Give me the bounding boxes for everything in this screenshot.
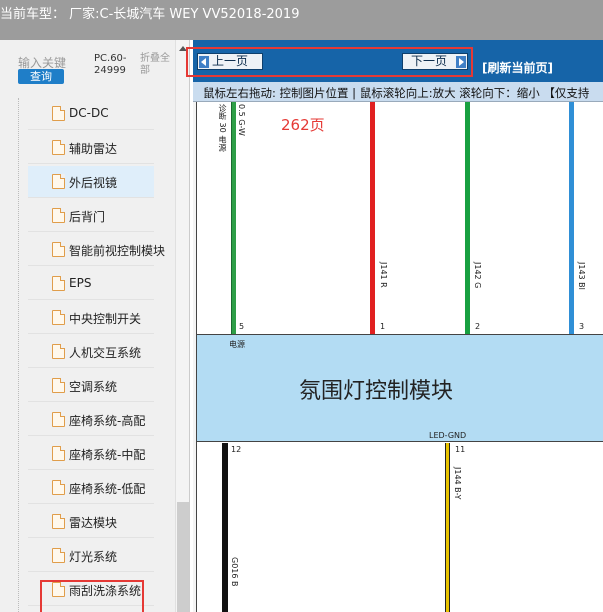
search-area: 输入关键 查询 PC.60-24999 折叠全部 — [0, 40, 189, 95]
window-title: 当前车型： 厂家:C-长城汽车 WEY VV52018-2019 — [0, 7, 300, 22]
file-icon — [52, 310, 65, 325]
tree-item[interactable]: 座椅系统-低配 — [28, 472, 154, 504]
wire-label: G016 B — [230, 557, 239, 587]
file-icon — [52, 514, 65, 529]
file-icon — [52, 378, 65, 393]
page-number: 262页 — [281, 116, 325, 134]
tree-item-label: 座椅系统-高配 — [69, 414, 146, 428]
file-icon — [52, 446, 65, 461]
tree-item[interactable]: 智能前视控制模块 — [28, 234, 165, 266]
gnd-label: LED-GND — [429, 431, 467, 440]
tree-item-label: 雷达模块 — [69, 516, 118, 530]
pin-number: 3 — [579, 322, 585, 331]
tree-item[interactable]: 辅助雷达 — [28, 132, 154, 164]
file-icon — [52, 344, 65, 359]
wire — [370, 102, 375, 334]
tree-item-label: 后背门 — [69, 210, 106, 224]
tree-item-label: 座椅系统-低配 — [69, 482, 146, 496]
usage-hint: 鼠标左右拖动: 控制图片位置 | 鼠标滚轮向上:放大 滚轮向下：缩小 【仅支持 — [203, 86, 590, 100]
tree-item[interactable]: 座椅系统-中配 — [28, 438, 154, 470]
tree-item-label: EPS — [69, 276, 92, 290]
tree-item[interactable]: EPS — [28, 268, 154, 300]
wire-label: J143 Bl — [577, 262, 586, 290]
tree-item-label: 辅助雷达 — [69, 142, 118, 156]
wire — [569, 102, 574, 334]
tree-item[interactable]: 外后视镜 — [28, 166, 154, 198]
file-icon — [52, 412, 65, 427]
tree-item-label: 空调系统 — [69, 380, 118, 394]
collapse-all-button[interactable]: 折叠全部 — [140, 53, 170, 77]
file-icon — [52, 242, 65, 257]
file-icon — [52, 106, 65, 121]
pin-number: 1 — [380, 322, 386, 331]
file-icon — [52, 548, 65, 563]
tree-item-label: 中央控制开关 — [69, 312, 142, 326]
tree-item[interactable]: 后背门 — [28, 200, 154, 232]
wire — [222, 443, 228, 612]
module-title: 氛围灯控制模块 — [299, 379, 454, 404]
scroll-thumb[interactable] — [177, 502, 189, 612]
tree-item-label: 外后视镜 — [69, 176, 118, 190]
ambient-light-module: 电源 氛围灯控制模块 LED-GND — [197, 334, 603, 442]
file-icon — [52, 174, 65, 189]
file-icon — [52, 140, 65, 155]
tree-item-label: DC-DC — [69, 106, 109, 120]
sidebar-scrollbar[interactable] — [175, 40, 189, 612]
pin-number: 5 — [239, 322, 245, 331]
wire — [231, 102, 236, 334]
wire-label: 0.5 G-W — [237, 104, 246, 136]
tree-item-label: 灯光系统 — [69, 550, 118, 564]
tree-item-label: 人机交互系统 — [69, 346, 142, 360]
usage-hint-bar: 鼠标左右拖动: 控制图片位置 | 鼠标滚轮向上:放大 滚轮向下：缩小 【仅支持 — [193, 82, 603, 102]
query-button[interactable]: 查询 — [18, 69, 64, 84]
title-bar: 当前车型： 厂家:C-长城汽车 WEY VV52018-2019 — [0, 0, 603, 40]
tree-item[interactable]: DC-DC — [28, 98, 154, 130]
tree-item[interactable]: 中央控制开关 — [28, 302, 154, 334]
pc-code-label: PC.60-24999 — [94, 53, 127, 76]
tree-item[interactable]: 座椅系统-高配 — [28, 404, 154, 436]
page-nav-bar: 上一页 下一页 [刷新当前页] — [186, 40, 603, 82]
wire-note: 诊断 30 电源 — [218, 104, 227, 152]
wire-label: J141 R — [379, 262, 388, 288]
highlight-box — [186, 47, 473, 77]
tree-item[interactable]: 空调系统 — [28, 370, 154, 402]
tree-item-label: 智能前视控制模块 — [69, 244, 166, 258]
tree-guide-line — [18, 98, 19, 612]
pin-number: 12 — [231, 445, 242, 454]
pin-number: 11 — [455, 445, 466, 454]
refresh-page-link[interactable]: [刷新当前页] — [482, 59, 553, 76]
wire — [465, 102, 470, 334]
highlight-box — [40, 580, 144, 612]
file-icon — [52, 208, 65, 223]
wiring-diagram[interactable]: 262页 0.5 G-W 诊断 30 电源 5 J141 R 1 J142 G … — [196, 102, 603, 612]
sidebar: 输入关键 查询 PC.60-24999 折叠全部 DC-DC 辅助雷达 外后视镜… — [0, 40, 190, 612]
wire — [445, 443, 450, 612]
tree-item[interactable]: 人机交互系统 — [28, 336, 154, 368]
wire-label: J142 G — [473, 262, 482, 289]
file-icon — [52, 480, 65, 495]
tree-item-label: 座椅系统-中配 — [69, 448, 146, 462]
pin-number: 2 — [475, 322, 481, 331]
tree-item-lighting[interactable]: 灯光系统 — [28, 540, 154, 572]
file-icon — [52, 276, 65, 291]
wire-label: J144 B-Y — [453, 467, 462, 500]
tree-item[interactable]: 雷达模块 — [28, 506, 154, 538]
diagram-viewer: 上一页 下一页 [刷新当前页] 鼠标左右拖动: 控制图片位置 | 鼠标滚轮向上:… — [186, 40, 603, 612]
power-label: 电源 — [229, 340, 245, 349]
